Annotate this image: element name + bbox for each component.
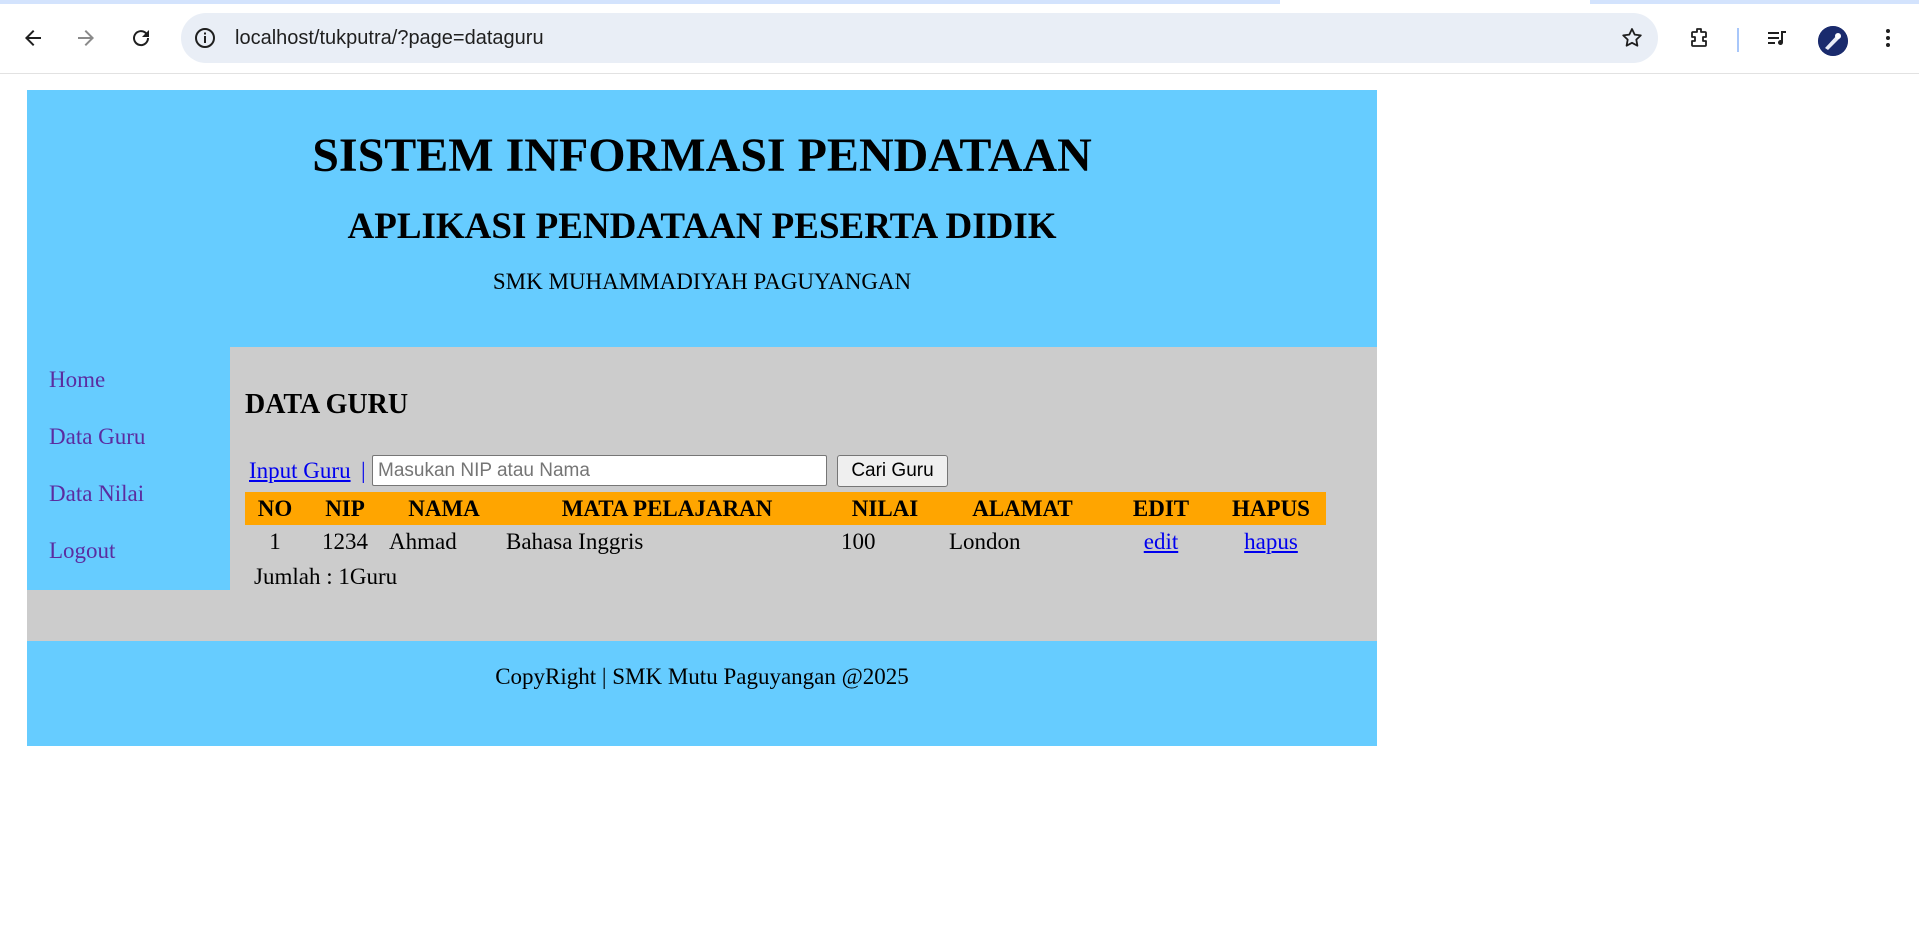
cell-alamat: London	[949, 528, 1021, 554]
column-header: NIP	[305, 492, 385, 525]
site-info-icon[interactable]	[193, 26, 217, 50]
search-input[interactable]	[372, 455, 827, 486]
record-count: Jumlah : 1Guru	[254, 564, 398, 589]
bookmark-star-icon[interactable]	[1620, 26, 1644, 50]
guru-table: NO NIP NAMA MATA PELAJARAN NILAI ALAMAT …	[245, 492, 1326, 558]
cell-nip: 1234	[322, 528, 368, 554]
sidebar-nav: Home Data Guru Data Nilai Logout	[27, 347, 230, 590]
search-button[interactable]: Cari Guru	[837, 455, 948, 487]
footer-text: CopyRight | SMK Mutu Paguyangan @2025	[495, 664, 909, 689]
sidebar-item-home[interactable]: Home	[49, 366, 105, 394]
sidebar-item-logout[interactable]: Logout	[49, 537, 115, 565]
sidebar-item-data-nilai[interactable]: Data Nilai	[49, 480, 144, 508]
page-title: DATA GURU	[245, 389, 409, 420]
column-header: ALAMAT	[939, 492, 1106, 525]
browser-toolbar: localhost/tukputra/?page=dataguru	[0, 4, 1919, 74]
hapus-link[interactable]: hapus	[1244, 529, 1298, 554]
table-row: 1 1234 Ahmad Bahasa Inggris 100 London e…	[245, 525, 1326, 558]
main-area: Home Data Guru Data Nilai Logout DATA GU…	[27, 347, 1377, 641]
address-bar[interactable]: localhost/tukputra/?page=dataguru	[181, 13, 1658, 63]
cell-mapel: Bahasa Inggris	[506, 528, 644, 554]
column-header: NAMA	[385, 492, 503, 525]
school-name: SMK MUHAMMADIYAH PAGUYANGAN	[492, 269, 912, 294]
column-header: HAPUS	[1216, 492, 1326, 525]
profile-avatar[interactable]	[1818, 26, 1848, 56]
table-header-row: NO NIP NAMA MATA PELAJARAN NILAI ALAMAT …	[245, 492, 1326, 525]
site-title: SISTEM INFORMASI PENDATAAN	[312, 129, 1092, 182]
column-header: EDIT	[1106, 492, 1216, 525]
cell-no: 1	[269, 528, 281, 554]
column-header: NO	[245, 492, 305, 525]
forward-arrow-icon[interactable]	[70, 22, 102, 54]
extensions-icon[interactable]	[1683, 22, 1715, 54]
cell-nama: Ahmad	[389, 528, 457, 554]
sidebar-item-data-guru[interactable]: Data Guru	[49, 423, 145, 451]
toolbar-separator	[1737, 28, 1739, 52]
page-container: SISTEM INFORMASI PENDATAAN APLIKASI PEND…	[27, 90, 1377, 746]
cell-nilai: 100	[841, 528, 876, 554]
site-subtitle: APLIKASI PENDATAAN PESERTA DIDIK	[347, 206, 1057, 247]
url-text[interactable]: localhost/tukputra/?page=dataguru	[235, 26, 544, 50]
media-controls-icon[interactable]	[1761, 22, 1793, 54]
column-header: MATA PELAJARAN	[503, 492, 831, 525]
site-header: SISTEM INFORMASI PENDATAAN APLIKASI PEND…	[27, 90, 1377, 347]
input-guru-link[interactable]: Input Guru	[249, 457, 351, 485]
site-footer: CopyRight | SMK Mutu Paguyangan @2025	[27, 641, 1377, 746]
link-separator: |	[361, 458, 366, 483]
back-arrow-icon[interactable]	[17, 22, 49, 54]
reload-icon[interactable]	[125, 22, 157, 54]
more-menu-icon[interactable]	[1872, 22, 1904, 54]
edit-link[interactable]: edit	[1144, 529, 1179, 554]
column-header: NILAI	[831, 492, 939, 525]
